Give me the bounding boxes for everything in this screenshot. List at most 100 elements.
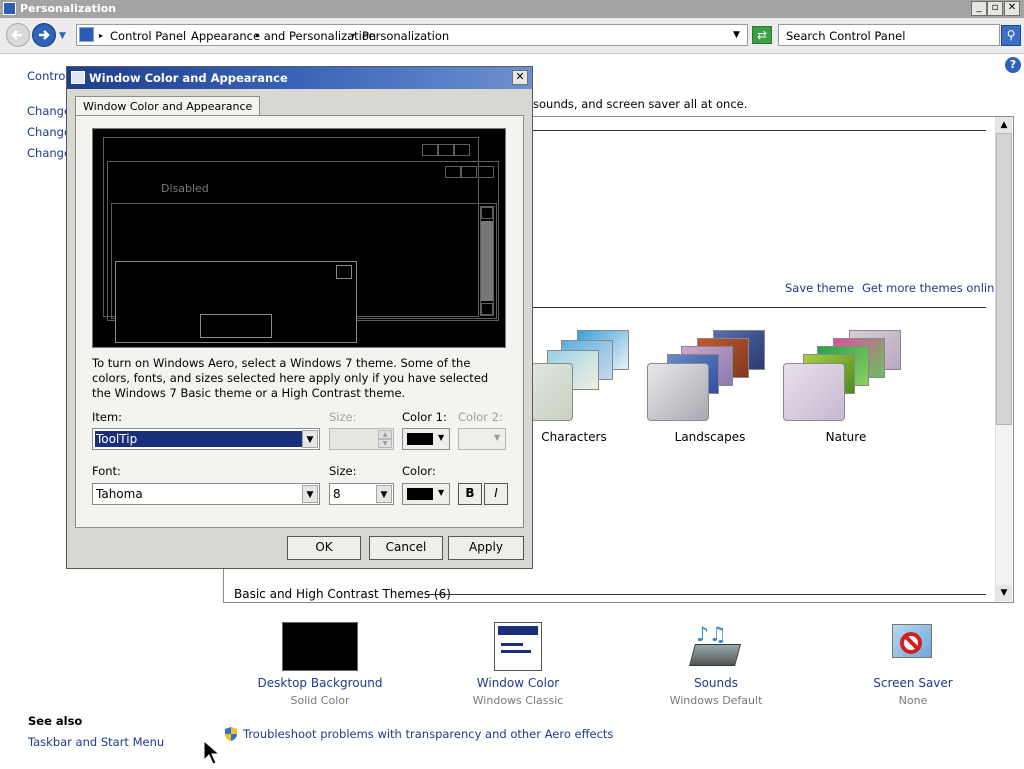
address-bar[interactable]: ▸ Control Panel ▾ Appearance and Persona… [76, 24, 748, 46]
maximize-button[interactable]: ▫ [987, 1, 1003, 16]
control-panel-icon [3, 2, 16, 15]
dialog-title-bar: Window Color and Appearance ✕ [67, 67, 532, 89]
sidebar-item-change-1[interactable]: Change [27, 104, 71, 118]
address-dropdown-icon[interactable]: ▼ [733, 30, 740, 40]
sidebar-item-control-panel-home[interactable]: Control [27, 69, 69, 83]
theme-color-swatch [647, 363, 709, 421]
preview-disabled-text: Disabled [161, 182, 209, 195]
screen-saver-value: None [898, 694, 928, 707]
size-label: Size: [329, 410, 357, 424]
forward-arrow-icon [39, 30, 50, 40]
chevron-down-icon[interactable]: ▼ [494, 433, 500, 442]
basic-themes-group-label: Basic and High Contrast Themes (6) [234, 587, 451, 601]
preview-message-box [115, 261, 357, 343]
italic-button[interactable]: I [484, 483, 508, 505]
color1-picker[interactable]: ▼ [402, 428, 450, 450]
close-button[interactable]: ✕ [1004, 1, 1020, 16]
sidebar-item-change-3[interactable]: Change [27, 146, 71, 160]
font-color-picker[interactable]: ▼ [402, 483, 450, 505]
window-color-icon [494, 622, 542, 671]
sidebar-item-change-2[interactable]: Change [27, 125, 71, 139]
window-color-value: Windows Classic [472, 694, 564, 707]
forward-button[interactable] [32, 23, 56, 47]
font-color-label: Color: [402, 464, 436, 478]
chevron-down-icon[interactable]: ▼ [302, 485, 318, 503]
troubleshoot-link[interactable]: Troubleshoot problems with transparency … [243, 727, 613, 741]
search-input[interactable]: Search Control Panel [786, 29, 905, 43]
back-arrow-icon [11, 30, 22, 40]
search-icon[interactable]: ⚲ [1001, 25, 1021, 46]
window-title-bar: Personalization _ ▫ ✕ [0, 0, 1024, 18]
chevron-down-icon[interactable]: ▼ [376, 485, 392, 503]
chevron-down-icon[interactable]: ▼ [302, 430, 318, 448]
theme-color-swatch [783, 363, 845, 421]
cancel-button[interactable]: Cancel [369, 536, 443, 560]
theme-color-swatch [531, 363, 573, 421]
chevron-down-icon[interactable]: ▾ [351, 31, 355, 40]
window-color-label[interactable]: Window Color [448, 676, 588, 690]
window-title: Personalization [20, 2, 117, 15]
save-theme-link[interactable]: Save theme [785, 281, 854, 295]
scrollbar-thumb[interactable] [996, 133, 1012, 425]
ok-button[interactable]: OK [287, 536, 361, 560]
color1-label: Color 1: [402, 410, 447, 424]
breadcrumb-control-panel[interactable]: Control Panel [110, 29, 186, 43]
get-more-themes-link[interactable]: Get more themes online [862, 281, 1001, 295]
breadcrumb-appearance[interactable]: Appearance and Personalization [191, 29, 376, 43]
bold-button[interactable]: B [458, 483, 482, 505]
color2-picker[interactable]: ▼ [458, 428, 506, 450]
desktop-background-label[interactable]: Desktop Background [250, 676, 390, 690]
sounds-value: Windows Default [669, 694, 763, 707]
theme-nature[interactable] [783, 330, 903, 422]
see-also-heading: See also [28, 714, 83, 728]
back-button[interactable] [6, 23, 30, 47]
theme-list-scrollbar[interactable]: ▲ ▼ [995, 117, 1012, 602]
refresh-icon[interactable]: ⇄ [752, 26, 772, 44]
control-panel-icon [79, 27, 94, 42]
taskbar-start-menu-link[interactable]: Taskbar and Start Menu [28, 735, 164, 749]
window-color-dialog: Window Color and Appearance ✕ Window Col… [66, 66, 533, 569]
tab-panel: Disabled To turn on Windows Aero, select… [75, 115, 524, 528]
search-box[interactable]: Search Control Panel [778, 24, 1000, 46]
divider [428, 594, 986, 595]
item-value: ToolTip [96, 432, 138, 446]
spin-up-icon[interactable]: ▲ [378, 430, 392, 439]
sounds-item[interactable]: ♪♫ Sounds Windows Default [646, 622, 786, 707]
desktop-background-value: Solid Color [290, 694, 350, 707]
font-label: Font: [92, 464, 121, 478]
chevron-down-icon[interactable]: ▼ [438, 433, 444, 442]
shield-icon [223, 726, 239, 742]
item-size-spinner[interactable]: ▲ ▼ [329, 428, 394, 450]
divider [533, 130, 986, 131]
item-label: Item: [92, 410, 123, 424]
spin-down-icon[interactable]: ▼ [378, 439, 392, 448]
theme-label-landscapes[interactable]: Landscapes [650, 430, 770, 444]
minimize-button[interactable]: _ [971, 1, 987, 16]
theme-landscapes[interactable] [647, 330, 767, 422]
color2-label: Color 2: [458, 410, 503, 424]
tab-window-color-appearance[interactable]: Window Color and Appearance [75, 96, 261, 116]
font-value: Tahoma [96, 487, 143, 501]
window-color-item[interactable]: Window Color Windows Classic [448, 622, 588, 707]
dialog-close-button[interactable]: ✕ [512, 70, 528, 85]
font-size-label: Size: [329, 464, 357, 478]
theme-label-nature[interactable]: Nature [786, 430, 906, 444]
apply-button[interactable]: Apply [448, 536, 524, 560]
appearance-preview[interactable]: Disabled [92, 128, 506, 348]
breadcrumb-personalization[interactable]: Personalization [362, 29, 449, 43]
theme-characters[interactable] [531, 330, 630, 422]
font-select[interactable]: Tahoma ▼ [92, 483, 320, 505]
scroll-up-icon[interactable]: ▲ [996, 117, 1012, 133]
font-size-select[interactable]: 8 ▼ [329, 483, 394, 505]
screen-saver-item[interactable]: Screen Saver None [843, 622, 983, 707]
desktop-background-item[interactable]: Desktop Background Solid Color [250, 622, 390, 707]
chevron-down-icon[interactable]: ▼ [438, 488, 444, 497]
font-color-swatch [407, 488, 433, 500]
dialog-app-icon [71, 71, 85, 84]
screen-saver-label[interactable]: Screen Saver [843, 676, 983, 690]
item-select[interactable]: ToolTip ▼ [92, 428, 320, 450]
recent-pages-chevron-icon[interactable]: ▼ [59, 31, 66, 41]
scroll-down-icon[interactable]: ▼ [996, 585, 1012, 601]
help-icon[interactable]: ? [1005, 57, 1021, 73]
sounds-label[interactable]: Sounds [646, 676, 786, 690]
